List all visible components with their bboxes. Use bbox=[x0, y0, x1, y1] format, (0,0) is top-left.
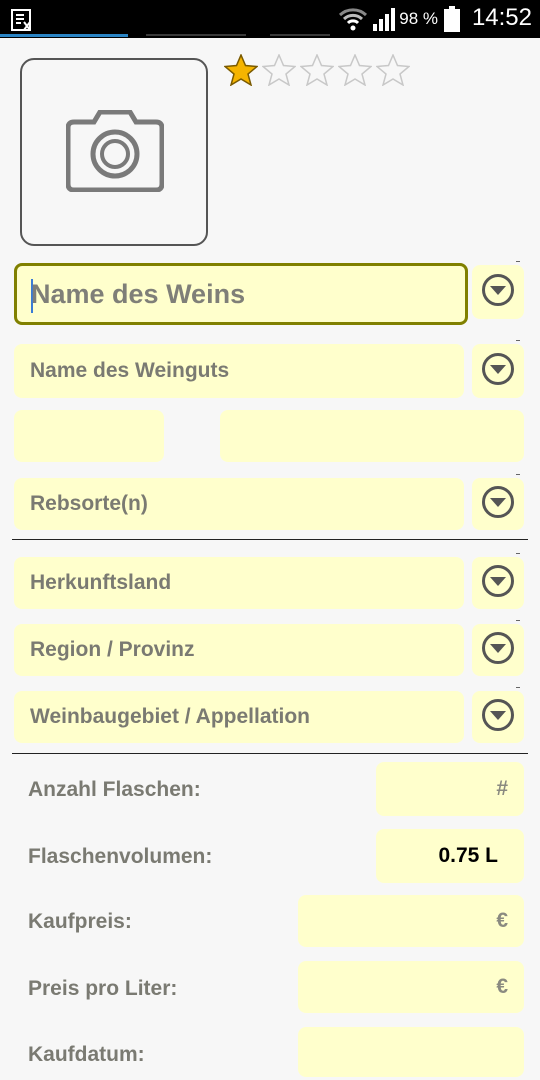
bottle-count-label: Anzahl Flaschen: bbox=[28, 778, 201, 801]
appellation-input[interactable]: Weinbaugebiet / Appellation bbox=[14, 691, 464, 743]
bottle-count-input[interactable]: # bbox=[376, 762, 524, 816]
wine-name-input[interactable]: Name des Weins bbox=[14, 263, 468, 325]
notification-icon bbox=[10, 8, 34, 37]
wine-name-dropdown-button[interactable] bbox=[472, 261, 524, 319]
purchase-date-input[interactable] bbox=[298, 1027, 524, 1077]
signal-icon bbox=[372, 6, 398, 37]
status-bar-divider bbox=[146, 34, 246, 36]
purchase-price-placeholder: € bbox=[496, 909, 508, 932]
grape-varieties-dropdown-button[interactable] bbox=[472, 474, 524, 530]
status-bar: 98 % 14:52 bbox=[0, 0, 540, 38]
section-divider bbox=[12, 753, 528, 754]
grape-varieties-input[interactable]: Rebsorte(n) bbox=[14, 478, 464, 530]
camera-icon bbox=[65, 109, 165, 197]
chevron-down-icon bbox=[481, 485, 515, 524]
chevron-down-icon bbox=[481, 564, 515, 603]
wine-photo-button[interactable] bbox=[20, 58, 208, 246]
price-per-liter-placeholder: € bbox=[496, 975, 508, 998]
price-per-liter-input[interactable]: € bbox=[298, 961, 524, 1013]
country-dropdown-button[interactable] bbox=[472, 553, 524, 609]
status-bar-accent bbox=[0, 34, 128, 37]
battery-icon bbox=[443, 5, 461, 38]
star-empty-icon[interactable] bbox=[376, 54, 410, 86]
chevron-down-icon bbox=[481, 352, 515, 391]
grape-varieties-placeholder: Rebsorte(n) bbox=[30, 492, 148, 515]
star-empty-icon[interactable] bbox=[300, 54, 334, 86]
bottle-volume-label: Flaschenvolumen: bbox=[28, 845, 213, 868]
purchase-price-label: Kaufpreis: bbox=[28, 910, 132, 933]
winery-name-input[interactable]: Name des Weinguts bbox=[14, 344, 464, 398]
vintage-input[interactable] bbox=[14, 410, 164, 462]
appellation-dropdown-button[interactable] bbox=[472, 687, 524, 743]
wine-name-placeholder: Name des Weins bbox=[31, 278, 246, 309]
star-empty-icon[interactable] bbox=[262, 54, 296, 86]
country-input[interactable]: Herkunftsland bbox=[14, 557, 464, 609]
chevron-down-icon bbox=[481, 273, 515, 312]
chevron-down-icon bbox=[481, 631, 515, 670]
region-placeholder: Region / Provinz bbox=[30, 638, 195, 661]
winery-name-placeholder: Name des Weinguts bbox=[30, 359, 230, 382]
battery-percent: 98 % bbox=[399, 9, 438, 28]
country-placeholder: Herkunftsland bbox=[30, 571, 172, 594]
region-dropdown-button[interactable] bbox=[472, 620, 524, 676]
star-empty-icon[interactable] bbox=[338, 54, 372, 86]
section-divider bbox=[12, 539, 528, 540]
rating-stars[interactable] bbox=[224, 54, 410, 86]
bottle-volume-value: 0.75 L bbox=[438, 844, 498, 867]
price-per-liter-label: Preis pro Liter: bbox=[28, 977, 178, 1000]
bottle-count-placeholder: # bbox=[496, 777, 508, 800]
purchase-date-label: Kaufdatum: bbox=[28, 1043, 145, 1066]
star-filled-icon[interactable] bbox=[224, 54, 258, 86]
status-bar-divider bbox=[270, 34, 330, 36]
clock: 14:52 bbox=[471, 4, 532, 31]
appellation-placeholder: Weinbaugebiet / Appellation bbox=[30, 705, 311, 728]
purchase-price-input[interactable]: € bbox=[298, 895, 524, 947]
chevron-down-icon bbox=[481, 698, 515, 737]
wifi-icon bbox=[338, 6, 368, 37]
wine-type-input[interactable] bbox=[220, 410, 524, 462]
bottle-volume-input[interactable]: 0.75 L bbox=[376, 829, 524, 883]
winery-dropdown-button[interactable] bbox=[472, 340, 524, 398]
region-input[interactable]: Region / Provinz bbox=[14, 624, 464, 676]
